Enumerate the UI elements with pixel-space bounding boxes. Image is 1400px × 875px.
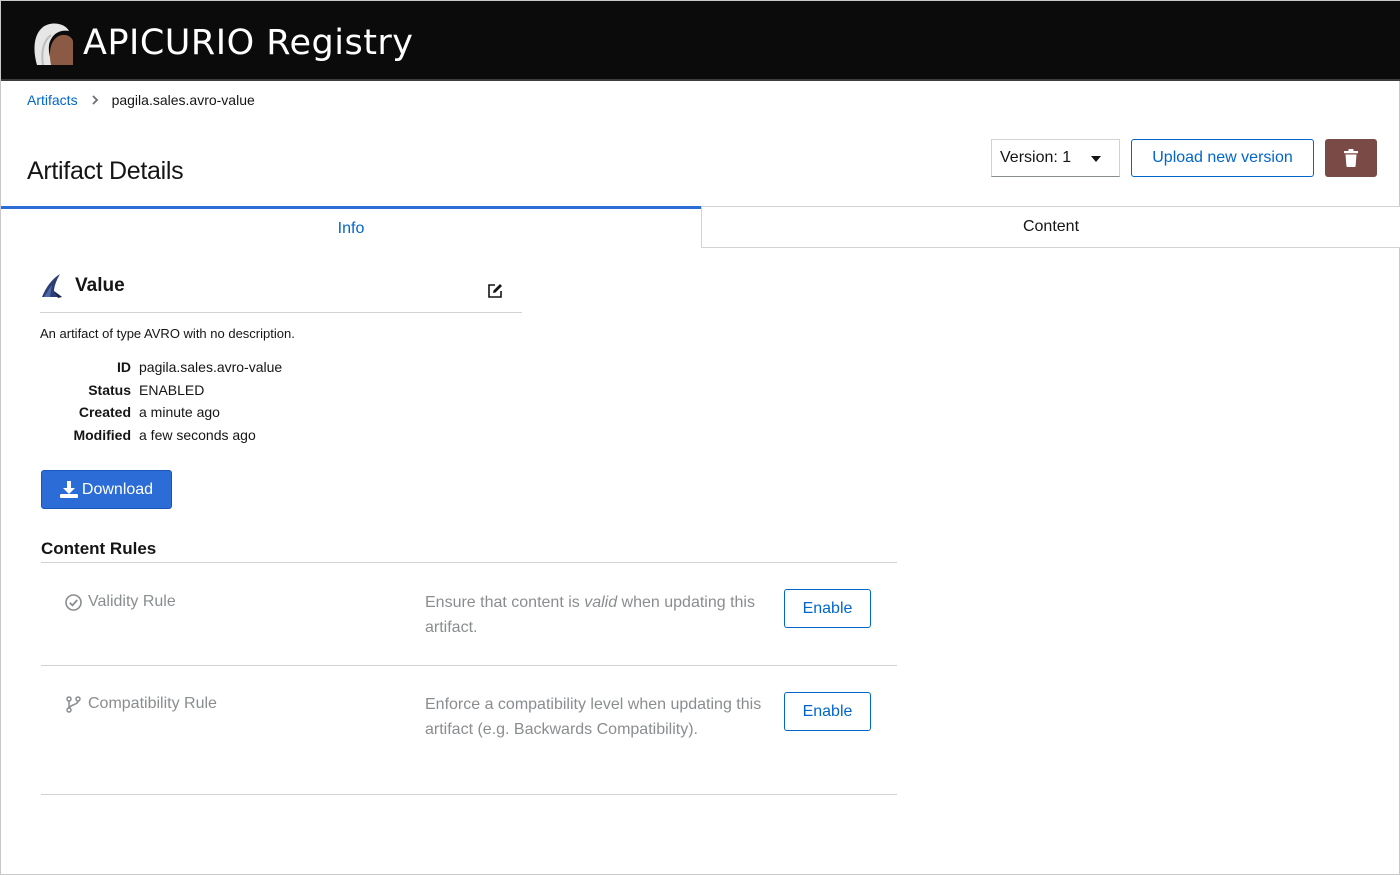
avro-icon xyxy=(42,274,62,298)
meta-row-id: ID pagila.sales.avro-value xyxy=(40,356,282,379)
download-button[interactable]: Download xyxy=(41,470,172,509)
meta-key: Modified xyxy=(73,426,131,443)
meta-row-modified: Modified a few seconds ago xyxy=(40,424,282,447)
meta-key: ID xyxy=(117,359,131,376)
tab-content[interactable]: Content xyxy=(701,206,1400,248)
edit-icon[interactable] xyxy=(487,283,503,299)
desc-emphasis: valid xyxy=(584,594,618,611)
tab-info-label: Info xyxy=(337,219,365,237)
trash-icon xyxy=(1344,149,1358,167)
compatibility-rule-name: Compatibility Rule xyxy=(65,695,217,713)
meta-row-status: Status ENABLED xyxy=(40,379,282,402)
content-rules-title: Content Rules xyxy=(41,539,157,558)
artifact-metadata: ID pagila.sales.avro-value Status ENABLE… xyxy=(40,356,282,446)
check-circle-icon xyxy=(65,593,82,611)
delete-artifact-button[interactable] xyxy=(1325,139,1377,177)
artifact-card-header: Value xyxy=(40,269,522,313)
app-title: APICURIO Registry xyxy=(83,23,414,63)
chevron-right-icon xyxy=(91,95,99,105)
meta-row-created: Created a minute ago xyxy=(40,401,282,424)
meta-key: Created xyxy=(78,404,131,421)
download-button-label: Download xyxy=(81,480,154,498)
meta-key: Status xyxy=(88,381,131,398)
code-branch-icon xyxy=(66,695,81,713)
version-select-label: Version: 1 xyxy=(1000,149,1072,166)
upload-new-version-button[interactable]: Upload new version xyxy=(1131,139,1314,177)
validity-rule-description: Ensure that content is valid when updati… xyxy=(425,590,765,640)
compatibility-rule-description: Enforce a compatibility level when updat… xyxy=(425,696,762,738)
desc-text: Ensure that content is xyxy=(425,594,585,611)
artifact-name: Value xyxy=(75,275,125,296)
validity-rule-name: Validity Rule xyxy=(65,593,176,611)
divider xyxy=(41,562,897,563)
enable-compatibility-rule-button[interactable]: Enable xyxy=(784,692,871,731)
download-icon xyxy=(59,481,78,498)
meta-value: pagila.sales.avro-value xyxy=(139,359,283,376)
tab-content-label: Content xyxy=(1022,218,1080,235)
meta-value: a few seconds ago xyxy=(139,426,256,443)
breadcrumb: Artifacts pagila.sales.avro-value xyxy=(27,92,255,108)
apicurio-logo-icon xyxy=(34,23,73,65)
meta-value: ENABLED xyxy=(139,381,205,398)
validity-rule-label: Validity Rule xyxy=(88,593,176,610)
masthead: APICURIO Registry xyxy=(1,1,1400,81)
artifact-description: An artifact of type AVRO with no descrip… xyxy=(40,326,295,341)
version-select[interactable]: Version: 1 xyxy=(991,139,1120,177)
caret-down-icon xyxy=(1091,156,1101,162)
compatibility-rule-label: Compatibility Rule xyxy=(88,695,217,712)
meta-value: a minute ago xyxy=(139,404,220,421)
breadcrumb-artifacts-link[interactable]: Artifacts xyxy=(27,92,78,108)
enable-validity-rule-button[interactable]: Enable xyxy=(784,589,871,628)
divider xyxy=(41,794,897,795)
page-title: Artifact Details xyxy=(27,156,184,185)
tab-info[interactable]: Info xyxy=(1,206,701,248)
breadcrumb-current: pagila.sales.avro-value xyxy=(111,92,255,108)
divider xyxy=(41,665,897,666)
